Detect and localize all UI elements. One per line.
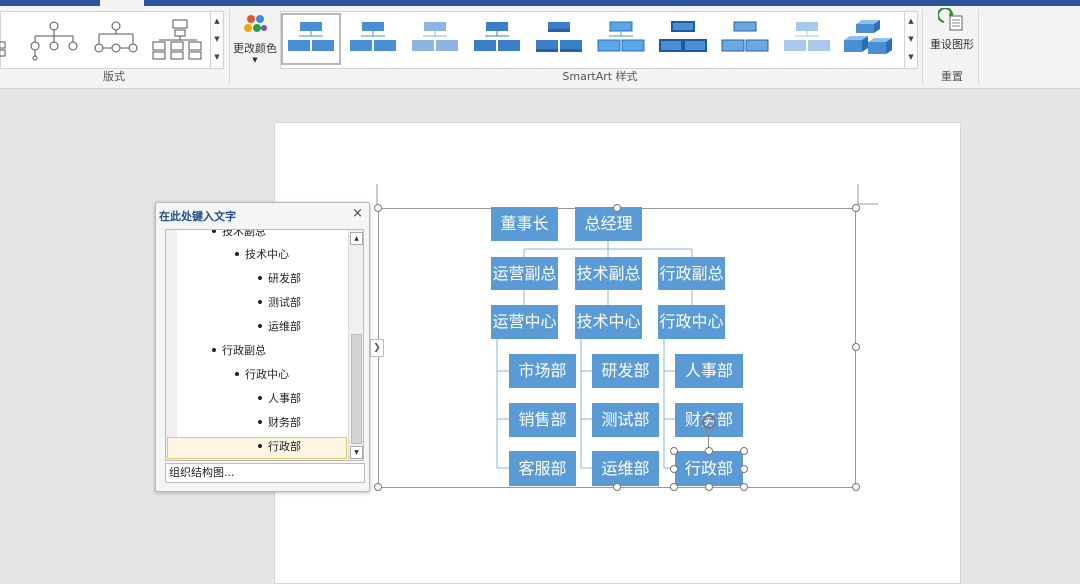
close-icon[interactable]: × [352, 206, 363, 221]
frame-resize-handle[interactable] [852, 483, 860, 491]
bullet-icon [235, 372, 239, 376]
shape-resize-handle[interactable] [740, 465, 748, 473]
list-item[interactable]: 研发部 [258, 269, 301, 289]
node-technology-center[interactable]: 技术中心 [575, 305, 642, 339]
list-item-text: 技术中心 [245, 248, 289, 261]
node-vp-operations[interactable]: 运营副总 [491, 257, 558, 290]
text-pane: 在此处键入文字 × 技术副总 技术中心 研发部 测试部 运维部 行政副总 行政中… [155, 202, 370, 492]
list-item-text: 行政副总 [222, 344, 266, 357]
node-chairman[interactable]: 董事长 [491, 207, 558, 241]
node-vp-technology[interactable]: 技术副总 [575, 257, 642, 290]
list-item-text: 财务部 [268, 416, 301, 429]
rotate-handle-icon[interactable] [700, 413, 718, 431]
text-pane-gutter [166, 230, 177, 460]
node-vp-admin[interactable]: 行政副总 [658, 257, 725, 290]
frame-resize-handle[interactable] [613, 204, 621, 212]
bullet-icon [235, 252, 239, 256]
shape-resize-handle[interactable] [670, 447, 678, 455]
node-sales-dept[interactable]: 销售部 [509, 403, 576, 437]
list-item-text: 行政部 [268, 440, 301, 453]
node-service-dept[interactable]: 客服部 [509, 451, 576, 486]
text-pane-list[interactable]: 技术副总 技术中心 研发部 测试部 运维部 行政副总 行政中心 人事部 财务部 … [165, 229, 364, 461]
rotate-handle-stem [708, 430, 709, 447]
text-pane-footer-link[interactable]: 组织结构图... [165, 463, 365, 483]
list-item-text: 测试部 [268, 296, 301, 309]
list-item-text: 研发部 [268, 272, 301, 285]
text-pane-toggle-chevron-icon[interactable]: ❯ [370, 339, 384, 357]
list-item[interactable]: 人事部 [258, 389, 301, 409]
shape-resize-handle[interactable] [705, 483, 713, 491]
shape-resize-handle[interactable] [670, 465, 678, 473]
node-operations-center[interactable]: 运营中心 [491, 305, 558, 339]
list-item[interactable]: 行政中心 [235, 365, 289, 385]
bullet-icon [258, 324, 262, 328]
bullet-icon [212, 230, 216, 233]
bullet-icon [258, 420, 262, 424]
frame-resize-handle[interactable] [852, 343, 860, 351]
scrollbar-thumb[interactable] [351, 334, 362, 444]
frame-resize-handle[interactable] [374, 204, 382, 212]
node-test-dept[interactable]: 测试部 [592, 403, 659, 437]
scroll-down-icon[interactable]: ▼ [350, 446, 363, 459]
list-item[interactable]: 财务部 [258, 413, 301, 433]
scroll-up-icon[interactable]: ▲ [350, 232, 363, 245]
text-pane-title: 在此处键入文字 [159, 210, 236, 223]
list-item[interactable]: 运维部 [258, 317, 301, 337]
list-item[interactable]: 技术副总 [212, 229, 266, 242]
node-marketing-dept[interactable]: 市场部 [509, 354, 576, 388]
list-item[interactable]: 测试部 [258, 293, 301, 313]
text-pane-scrollbar[interactable]: ▲ ▼ [348, 230, 363, 460]
bullet-icon [258, 300, 262, 304]
shape-resize-handle[interactable] [740, 447, 748, 455]
frame-resize-handle[interactable] [374, 483, 382, 491]
bullet-icon [258, 396, 262, 400]
node-general-manager[interactable]: 总经理 [575, 207, 642, 241]
list-item[interactable]: 行政部 [258, 437, 301, 457]
node-admin-center[interactable]: 行政中心 [658, 305, 725, 339]
list-item[interactable]: 技术中心 [235, 245, 289, 265]
frame-resize-handle[interactable] [613, 483, 621, 491]
node-ops-dept[interactable]: 运维部 [592, 451, 659, 486]
bullet-icon [212, 348, 216, 352]
shape-resize-handle[interactable] [740, 483, 748, 491]
list-item-text: 人事部 [268, 392, 301, 405]
node-rd-dept[interactable]: 研发部 [592, 354, 659, 388]
bullet-icon [258, 444, 262, 448]
list-item[interactable]: 行政副总 [212, 341, 266, 361]
list-item-text: 运维部 [268, 320, 301, 333]
frame-resize-handle[interactable] [852, 204, 860, 212]
list-item-text: 行政中心 [245, 368, 289, 381]
bullet-icon [258, 276, 262, 280]
node-hr-dept[interactable]: 人事部 [675, 354, 743, 388]
shape-resize-handle[interactable] [705, 447, 713, 455]
node-admin-dept[interactable]: 行政部 [675, 451, 743, 486]
list-item-text: 技术副总 [222, 229, 266, 238]
selected-line-highlight [167, 437, 347, 459]
shape-resize-handle[interactable] [670, 483, 678, 491]
